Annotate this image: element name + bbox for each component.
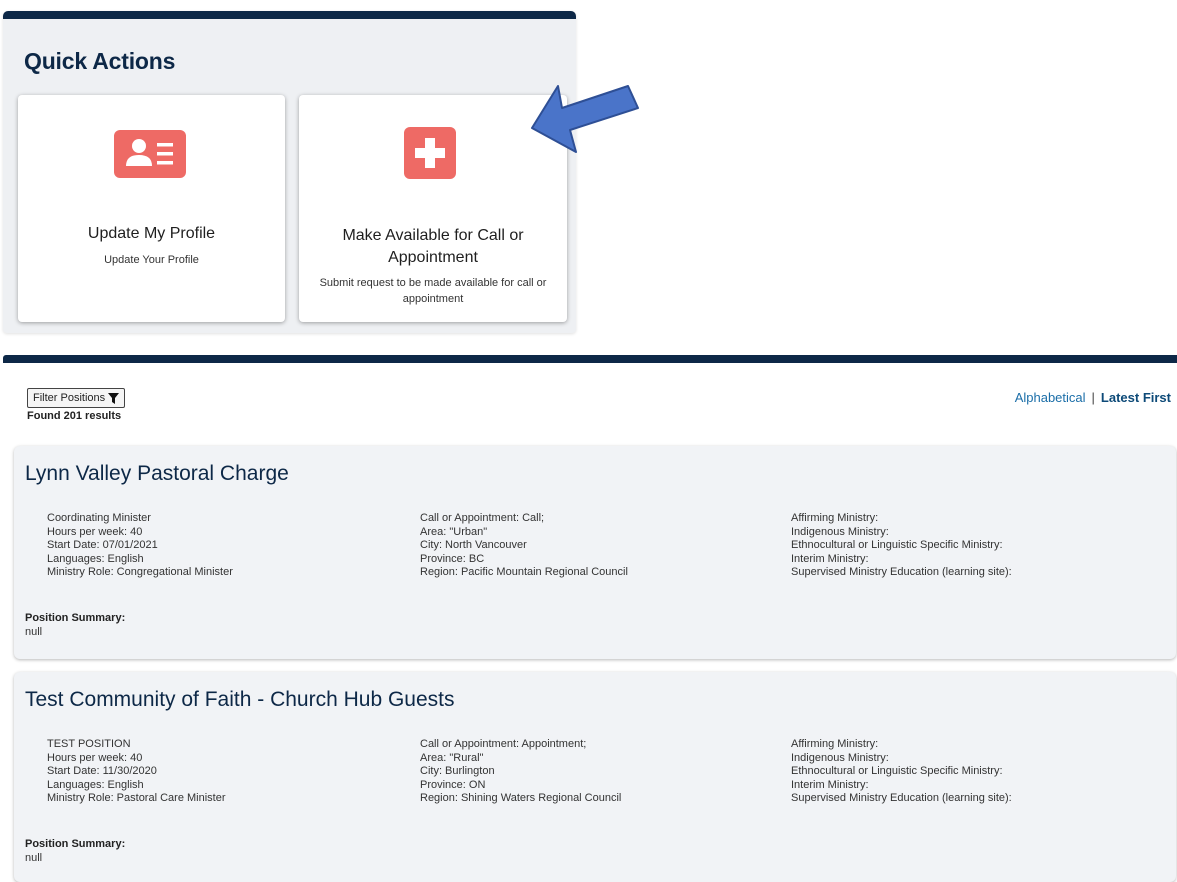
- position-detail: Call or Appointment: Appointment;: [420, 738, 587, 750]
- position-details-column: TEST POSITION Hours per week: 40 Start D…: [47, 738, 226, 806]
- position-detail: Province: ON: [420, 778, 486, 791]
- update-profile-title: Update My Profile: [87, 225, 216, 242]
- position-details-column: Coordinating Minister Hours per week: 40…: [47, 512, 233, 580]
- filter-positions-label: Filter Positions: [33, 392, 106, 404]
- results-header-bar: [3, 355, 1177, 363]
- position-card: Lynn Valley Pastoral Charge Coordinating…: [14, 446, 1176, 659]
- sort-alphabetical-link[interactable]: Alphabetical: [1015, 390, 1086, 405]
- profile-card-icon: [114, 130, 186, 178]
- update-profile-subtitle: Update Your Profile: [104, 254, 199, 266]
- position-detail: Ethnocultural or Linguistic Specific Min…: [791, 765, 1003, 777]
- position-detail: Start Date: 07/01/2021: [47, 539, 158, 551]
- position-detail: Call or Appointment: Call;: [420, 512, 545, 524]
- position-summary-value: null: [25, 852, 43, 864]
- position-detail: Area: "Rural": [420, 751, 484, 764]
- position-detail: City: Burlington: [420, 765, 495, 777]
- position-detail: Languages: English: [47, 778, 144, 791]
- position-detail: Hours per week: 40: [47, 751, 143, 764]
- position-card: Test Community of Faith - Church Hub Gue…: [14, 672, 1176, 882]
- position-detail: TEST POSITION: [47, 738, 131, 750]
- filter-icon: [108, 392, 120, 404]
- sort-options: Alphabetical | Latest First: [1015, 390, 1171, 405]
- sort-separator: |: [1091, 390, 1095, 405]
- position-detail: Interim Ministry:: [791, 778, 869, 791]
- position-detail: Region: Shining Waters Regional Council: [420, 792, 622, 804]
- position-location-column: Call or Appointment: Appointment; Area: …: [420, 738, 621, 806]
- position-detail: Interim Ministry:: [791, 552, 869, 565]
- filter-positions-button[interactable]: Filter Positions: [27, 388, 126, 408]
- results-count: Found 201 results: [27, 410, 122, 422]
- position-detail: Coordinating Minister: [47, 512, 151, 524]
- plus-icon: [404, 127, 456, 179]
- position-detail: Ethnocultural or Linguistic Specific Min…: [791, 539, 1003, 551]
- update-profile-card[interactable]: Update My Profile Update Your Profile: [18, 95, 285, 322]
- position-title[interactable]: Test Community of Faith - Church Hub Gue…: [25, 688, 455, 712]
- position-detail: Languages: English: [47, 552, 144, 565]
- position-detail: City: North Vancouver: [420, 539, 527, 551]
- position-detail: Province: BC: [420, 552, 485, 565]
- position-detail: Ministry Role: Pastoral Care Minister: [47, 792, 226, 804]
- position-summary-label: Position Summary:: [25, 838, 126, 850]
- position-location-column: Call or Appointment: Call; Area: "Urban"…: [420, 512, 628, 580]
- position-detail: Ministry Role: Congregational Minister: [47, 566, 233, 578]
- annotation-arrow-icon: [531, 85, 639, 153]
- position-title[interactable]: Lynn Valley Pastoral Charge: [25, 462, 289, 486]
- position-detail: Supervised Ministry Education (learning …: [791, 566, 1012, 578]
- sort-latest-first-link[interactable]: Latest First: [1101, 390, 1171, 405]
- position-detail: Area: "Urban": [420, 525, 488, 538]
- position-detail: Region: Pacific Mountain Regional Counci…: [420, 566, 628, 578]
- position-detail: Hours per week: 40: [47, 525, 143, 538]
- position-ministry-column: Affirming Ministry: Indigenous Ministry:…: [791, 512, 1012, 580]
- quick-actions-panel: Quick Actions Update My Profile Update Y…: [3, 11, 576, 333]
- make-available-title: Make Available for Call or Appointment: [342, 227, 524, 266]
- quick-actions-title: Quick Actions: [24, 48, 176, 74]
- position-ministry-column: Affirming Ministry: Indigenous Ministry:…: [791, 738, 1012, 806]
- position-summary-value: null: [25, 626, 43, 638]
- position-detail: Affirming Ministry:: [791, 512, 879, 524]
- position-detail: Affirming Ministry:: [791, 738, 879, 750]
- position-detail: Start Date: 11/30/2020: [47, 765, 157, 777]
- make-available-subtitle: Submit request to be made available for …: [319, 277, 547, 305]
- position-summary-label: Position Summary:: [25, 612, 126, 624]
- position-detail: Supervised Ministry Education (learning …: [791, 792, 1012, 804]
- position-detail: Indigenous Ministry:: [791, 751, 889, 764]
- position-detail: Indigenous Ministry:: [791, 525, 889, 538]
